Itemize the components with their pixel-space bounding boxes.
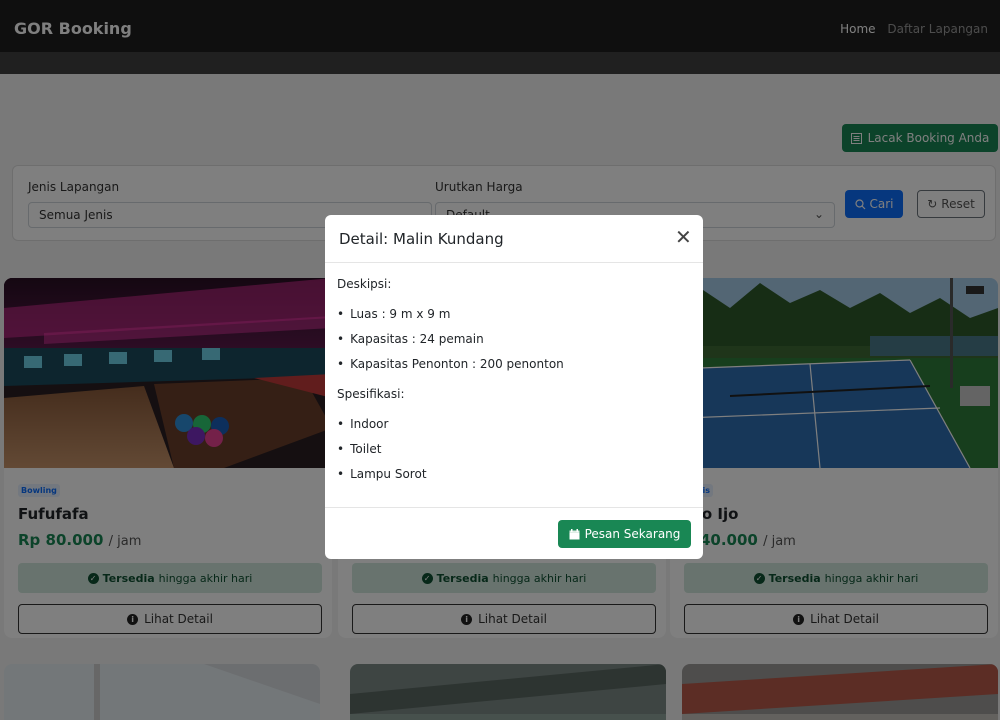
calendar-icon	[569, 528, 580, 539]
list-item: Kapasitas Penonton : 200 penonton	[337, 357, 564, 382]
list-item: Indoor	[337, 417, 427, 442]
book-now-button[interactable]: Pesan Sekarang	[558, 520, 691, 548]
book-now-label: Pesan Sekarang	[584, 527, 681, 541]
list-item: Kapasitas : 24 pemain	[337, 332, 564, 357]
modal-footer: Pesan Sekarang	[325, 507, 703, 559]
description-list: Luas : 9 m x 9 m Kapasitas : 24 pemain K…	[337, 307, 564, 382]
spec-list: Indoor Toilet Lampu Sorot	[337, 417, 427, 492]
spec-label: Spesifikasi:	[337, 387, 405, 401]
list-item: Luas : 9 m x 9 m	[337, 307, 564, 332]
list-item: Toilet	[337, 442, 427, 467]
description-label: Deskipsi:	[337, 277, 392, 291]
modal-title: Detail: Malin Kundang	[339, 230, 504, 248]
modal-header: Detail: Malin Kundang ✕	[325, 215, 703, 263]
close-icon[interactable]: ✕	[675, 227, 692, 247]
list-item: Lampu Sorot	[337, 467, 426, 492]
court-detail-modal: Detail: Malin Kundang ✕ Deskipsi: Luas :…	[325, 215, 703, 559]
